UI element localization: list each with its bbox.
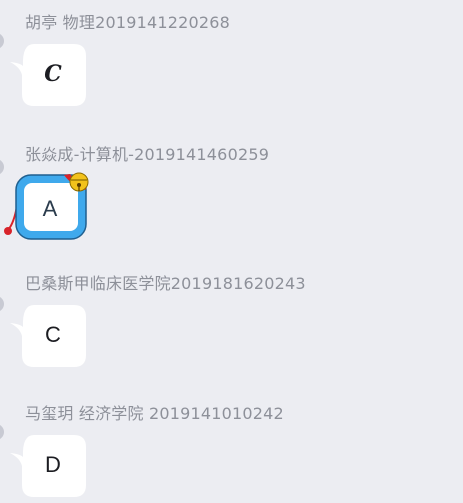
- chat-message: 张焱成-计算机-2019141460259 A: [0, 125, 463, 260]
- message-text: C: [45, 322, 61, 347]
- message-bubble[interactable]: D: [8, 433, 88, 503]
- themed-message-bubble[interactable]: A: [0, 168, 100, 258]
- chat-message: 巴桑斯甲临床医学院2019181620243 C: [0, 260, 463, 390]
- sender-name: 巴桑斯甲临床医学院2019181620243: [25, 274, 306, 293]
- message-bubble[interactable]: C: [8, 303, 88, 373]
- avatar[interactable]: [0, 424, 4, 440]
- avatar[interactable]: [0, 33, 4, 49]
- avatar[interactable]: [0, 296, 4, 312]
- sender-name: 马玺玥 经济学院 2019141010242: [25, 404, 284, 423]
- chat-message: 马玺玥 经济学院 2019141010242 D: [0, 390, 463, 497]
- message-text: C: [44, 61, 62, 87]
- sender-name: 张焱成-计算机-2019141460259: [25, 145, 270, 164]
- message-text: A: [42, 196, 58, 221]
- message-bubble[interactable]: C: [8, 42, 88, 112]
- message-text: D: [45, 452, 61, 477]
- sender-name: 胡亭 物理2019141220268: [25, 13, 231, 32]
- chat-message: 胡亭 物理2019141220268 C: [0, 0, 463, 125]
- chat-message-list: 胡亭 物理2019141220268 C 张焱成-计算机-20191414602…: [0, 0, 463, 497]
